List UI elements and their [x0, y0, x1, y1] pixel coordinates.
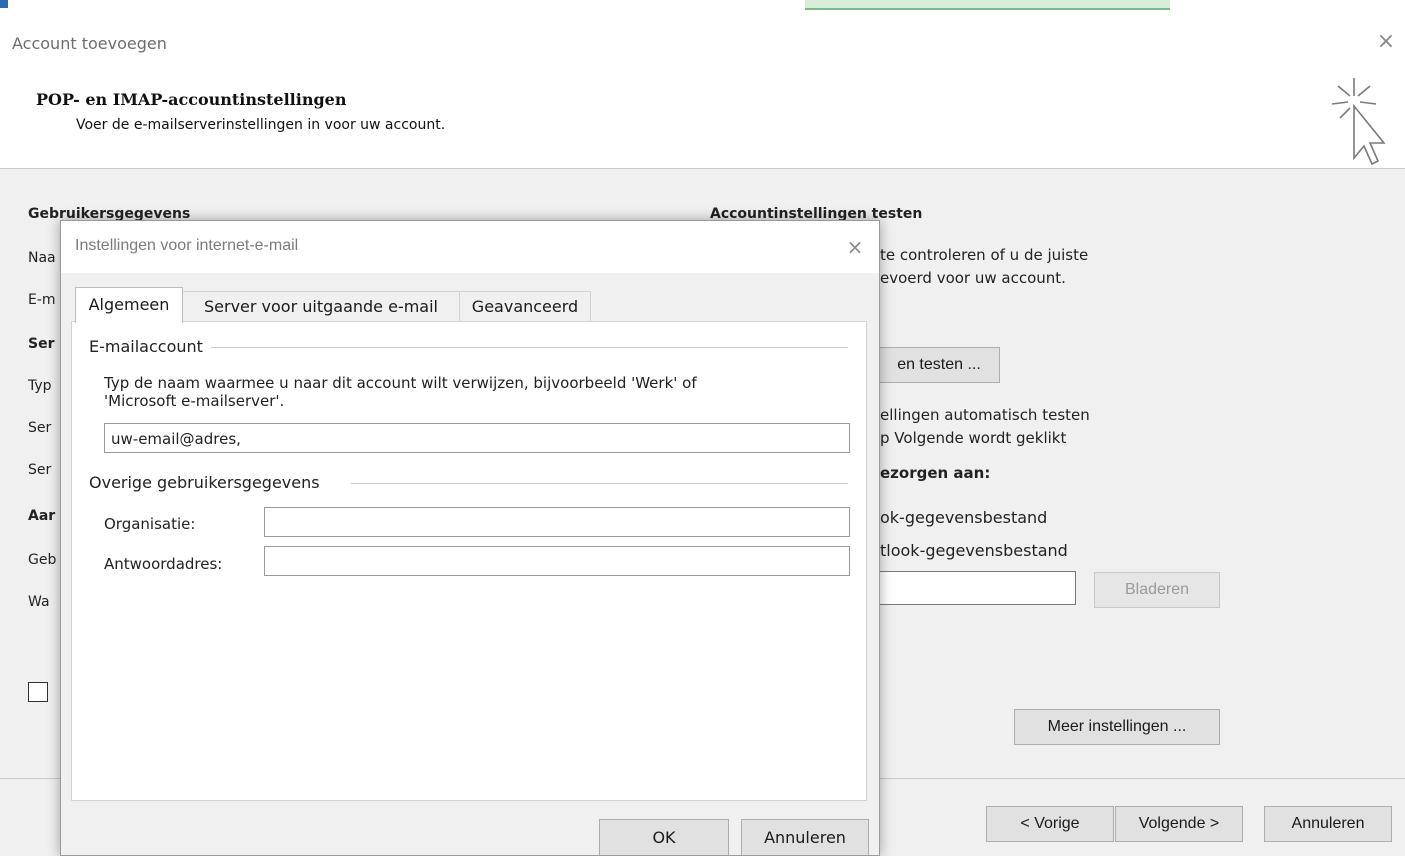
organisation-label: Organisatie:: [104, 515, 196, 533]
outer-dialog-title: Account toevoegen: [12, 34, 167, 53]
section-subtitle: Voer de e-mailserverinstellingen in voor…: [76, 117, 446, 133]
more-settings-button[interactable]: Meer instellingen ...: [1014, 709, 1220, 745]
organisation-input[interactable]: [264, 507, 850, 537]
account-name-description-line2: 'Microsoft e-mailserver'.: [104, 392, 285, 410]
remember-password-checkbox[interactable]: [28, 682, 48, 702]
email-account-group-label: E-mailaccount: [89, 337, 207, 356]
account-name-input[interactable]: uw-email@adres,: [104, 423, 850, 453]
reply-address-label: Antwoordadres:: [104, 555, 223, 573]
ok-button[interactable]: OK: [599, 819, 729, 855]
close-icon[interactable]: ×: [841, 233, 869, 261]
auto-test-line1[interactable]: ellingen automatisch testen: [880, 406, 1090, 424]
inner-cancel-button[interactable]: Annuleren: [741, 819, 869, 855]
login-heading: Aar: [28, 508, 56, 524]
browse-button[interactable]: Bladeren: [1094, 572, 1220, 608]
close-icon[interactable]: ×: [1372, 28, 1400, 56]
tab-general[interactable]: Algemeen: [75, 287, 183, 323]
cursor-sparkle-icon: [1331, 78, 1386, 166]
incoming-server-label: Ser: [28, 420, 52, 436]
username-label: Geb: [28, 552, 57, 568]
other-user-info-group-label: Overige gebruikersgegevens: [89, 473, 324, 492]
group-divider: [211, 347, 848, 348]
group-divider: [351, 483, 848, 484]
tab-advanced[interactable]: Geavanceerd: [459, 291, 591, 322]
email-label: E-m: [28, 292, 56, 308]
reply-address-input[interactable]: [264, 546, 850, 576]
existing-data-file-option[interactable]: tlook-gegevensbestand: [880, 541, 1068, 560]
password-label: Wa: [28, 594, 50, 610]
outgoing-server-label: Ser: [28, 462, 52, 478]
test-description-line2: evoerd voor uw account.: [880, 269, 1066, 287]
background-highlight: [805, 0, 1170, 10]
internet-email-settings-dialog: Instellingen voor internet-e-mail × Alge…: [60, 220, 880, 856]
previous-button[interactable]: < Vorige: [986, 806, 1114, 842]
server-heading: Ser: [28, 336, 55, 352]
account-type-label: Typ: [28, 378, 52, 394]
auto-test-line2[interactable]: p Volgende wordt geklikt: [880, 429, 1066, 447]
account-name-description-line1: Typ de naam waarmee u naar dit account w…: [104, 374, 697, 392]
cancel-button[interactable]: Annuleren: [1264, 806, 1392, 842]
name-label: Naa: [28, 250, 56, 266]
deliver-heading: ezorgen aan:: [880, 464, 991, 482]
test-description-line1: te controleren of u de juiste: [880, 246, 1089, 264]
section-title: POP- en IMAP-accountinstellingen: [36, 90, 347, 109]
data-file-path-input[interactable]: [878, 571, 1076, 605]
next-button[interactable]: Volgende >: [1115, 806, 1243, 842]
test-account-button[interactable]: en testen ...: [878, 347, 1000, 383]
tab-outgoing-server[interactable]: Server voor uitgaande e-mail: [181, 291, 461, 322]
new-data-file-option[interactable]: ok-gegevensbestand: [880, 508, 1047, 527]
app-icon: [0, 0, 8, 8]
inner-dialog-title: Instellingen voor internet-e-mail: [75, 237, 299, 254]
